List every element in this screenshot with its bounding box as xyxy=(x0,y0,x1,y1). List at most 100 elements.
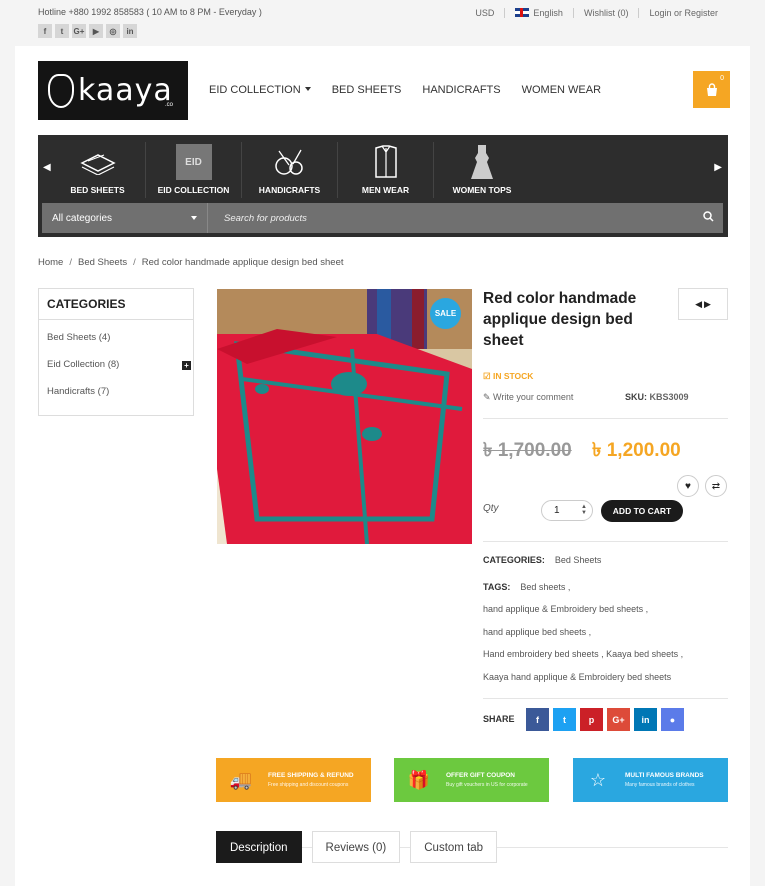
wishlist-heart-icon[interactable]: ♥ xyxy=(677,475,699,497)
uk-flag-icon xyxy=(515,8,530,17)
product-image[interactable] xyxy=(217,289,472,544)
hand-logo-icon xyxy=(48,73,74,108)
category-tile-label: EID COLLECTION xyxy=(157,185,230,195)
tag-link[interactable]: hand applique & Embroidery bed sheets , xyxy=(483,604,648,614)
category-bar: ◀ ▶ BED SHEETS EID EID COLLECTION HANDIC… xyxy=(38,135,728,237)
sidebar-title: CATEGORIES xyxy=(39,289,193,320)
next-arrow-icon[interactable]: ▶ xyxy=(704,299,711,310)
category-tile-label: WOMEN TOPS xyxy=(452,185,512,195)
comment-label: Write your comment xyxy=(493,392,574,402)
qty-label: Qty xyxy=(483,503,499,514)
nav-bed-sheets[interactable]: BED SHEETS xyxy=(332,84,402,96)
tag-link[interactable]: Hand embroidery bed sheets , Kaaya bed s… xyxy=(483,649,683,659)
facebook-icon[interactable]: f xyxy=(38,24,52,38)
old-price: ৳ 1,700.00 xyxy=(483,440,572,461)
add-to-cart-button[interactable]: ADD TO CART xyxy=(601,500,683,522)
linkedin-icon[interactable]: in xyxy=(123,24,137,38)
top-links: USD English Wishlist (0) Login or Regist… xyxy=(465,8,728,18)
category-link[interactable]: Bed Sheets xyxy=(555,555,602,565)
category-tile-women-tops[interactable]: WOMEN TOPS xyxy=(434,142,530,198)
tag-link[interactable]: Bed sheets , xyxy=(520,582,570,592)
sidebar-item-handicrafts[interactable]: Handicrafts (7) xyxy=(47,378,185,405)
sidebar-item-bed-sheets[interactable]: Bed Sheets (4) xyxy=(47,324,185,351)
promo-title: FREE SHIPPING & REFUND xyxy=(268,772,354,779)
promo-famous-brands[interactable]: ☆ MULTI FAMOUS BRANDS Many famous brands … xyxy=(573,758,728,802)
cart-button[interactable]: 0 xyxy=(693,71,730,108)
expand-plus-icon[interactable]: + xyxy=(182,361,191,370)
youtube-icon[interactable]: ▶ xyxy=(89,24,103,38)
breadcrumb-home[interactable]: Home xyxy=(38,257,63,268)
divider xyxy=(483,418,728,419)
promo-gift-coupon[interactable]: 🎁 OFFER GIFT COUPON Buy gift vouchers in … xyxy=(394,758,549,802)
nav-women-wear[interactable]: WOMEN WEAR xyxy=(522,84,601,96)
sale-badge: SALE xyxy=(430,298,461,329)
tag-link[interactable]: hand applique bed sheets , xyxy=(483,627,591,637)
instagram-icon[interactable]: ◎ xyxy=(106,24,120,38)
breadcrumb: Home / Bed Sheets / Red color handmade appli… xyxy=(38,257,344,268)
category-tile-eid-collection[interactable]: EID EID COLLECTION xyxy=(146,142,242,198)
share-linkedin-icon[interactable]: in xyxy=(634,708,657,731)
share-pinterest-icon[interactable]: p xyxy=(580,708,603,731)
category-tile-men-wear[interactable]: MEN WEAR xyxy=(338,142,434,198)
wishlist-link[interactable]: Wishlist (0) xyxy=(572,8,639,18)
prev-arrow-icon[interactable]: ◀ xyxy=(695,299,702,310)
language-selector[interactable]: English xyxy=(504,8,573,18)
share-reddit-icon[interactable]: ● xyxy=(661,708,684,731)
share-google-plus-icon[interactable]: G+ xyxy=(607,708,630,731)
currency-selector[interactable]: USD xyxy=(465,8,504,18)
product-tabs: Description Reviews (0) Custom tab xyxy=(216,831,498,863)
sku: SKU: KBS3009 xyxy=(625,392,689,402)
search-icon[interactable] xyxy=(693,211,723,225)
truck-icon: 🚚 xyxy=(229,769,253,790)
categories-label: CATEGORIES: xyxy=(483,555,545,565)
twitter-icon[interactable]: t xyxy=(55,24,69,38)
product-tags: TAGS: Bed sheets , xyxy=(483,582,570,592)
quantity-stepper[interactable]: 1 ▲ ▼ xyxy=(541,500,593,521)
spinner-arrows-icon[interactable]: ▲ ▼ xyxy=(581,504,587,516)
share-label: SHARE xyxy=(483,714,515,724)
main-nav: EID COLLECTION BED SHEETS HANDICRAFTS WO… xyxy=(209,84,601,96)
tab-custom[interactable]: Custom tab xyxy=(410,831,498,863)
promo-title: OFFER GIFT COUPON xyxy=(446,772,515,779)
promo-free-shipping[interactable]: 🚚 FREE SHIPPING & REFUND Free shipping an… xyxy=(216,758,371,802)
social-links: f t G+ ▶ ◎ in xyxy=(38,24,137,38)
caret-down-icon xyxy=(191,216,197,223)
site-logo[interactable]: kaaya .co xyxy=(38,61,188,120)
divider xyxy=(483,541,728,542)
category-tile-label: MEN WEAR xyxy=(361,185,410,195)
dress-icon xyxy=(463,145,501,179)
tab-description[interactable]: Description xyxy=(216,831,302,863)
login-link[interactable]: Login or Register xyxy=(638,8,728,18)
eid-moon-icon: EID xyxy=(175,144,213,180)
product-categories: CATEGORIES: Bed Sheets xyxy=(483,555,601,565)
category-tile-handicrafts[interactable]: HANDICRAFTS xyxy=(242,142,338,198)
nav-eid-collection[interactable]: EID COLLECTION xyxy=(209,84,311,96)
sku-label: SKU: xyxy=(625,392,647,402)
promo-subtitle: Buy gift vouchers in US for corporate xyxy=(446,782,528,788)
category-select-value: All categories xyxy=(52,212,113,224)
tag-link[interactable]: Kaaya hand applique & Embroidery bed she… xyxy=(483,672,671,682)
category-select[interactable]: All categories xyxy=(42,203,208,233)
product-prev-next[interactable]: ◀ ▶ xyxy=(678,288,728,320)
sidebar-item-eid-collection[interactable]: Eid Collection (8) + xyxy=(47,351,191,378)
cart-count: 0 xyxy=(720,75,724,82)
google-plus-icon[interactable]: G+ xyxy=(72,24,86,38)
bed-sheets-icon xyxy=(79,145,117,179)
promo-subtitle: Free shipping and discount coupons xyxy=(268,782,349,788)
stock-label: IN STOCK xyxy=(492,371,534,381)
search-input[interactable]: Search for products xyxy=(208,213,693,224)
tab-reviews[interactable]: Reviews (0) xyxy=(311,831,401,863)
write-comment-link[interactable]: ✎ Write your comment xyxy=(483,392,573,403)
nav-handicrafts[interactable]: HANDICRAFTS xyxy=(422,84,500,96)
check-icon: ☑ xyxy=(483,371,493,381)
category-tile-bed-sheets[interactable]: BED SHEETS xyxy=(50,142,146,198)
quantity-value: 1 xyxy=(554,505,560,516)
breadcrumb-bed-sheets[interactable]: Bed Sheets xyxy=(78,257,127,268)
stock-status: ☑ IN STOCK xyxy=(483,371,533,382)
cart-bag-icon xyxy=(706,82,717,96)
share-twitter-icon[interactable]: t xyxy=(553,708,576,731)
share-facebook-icon[interactable]: f xyxy=(526,708,549,731)
carousel-next-icon[interactable]: ▶ xyxy=(714,162,722,173)
compare-icon[interactable]: ⇄ xyxy=(705,475,727,497)
language-label: English xyxy=(533,8,563,18)
